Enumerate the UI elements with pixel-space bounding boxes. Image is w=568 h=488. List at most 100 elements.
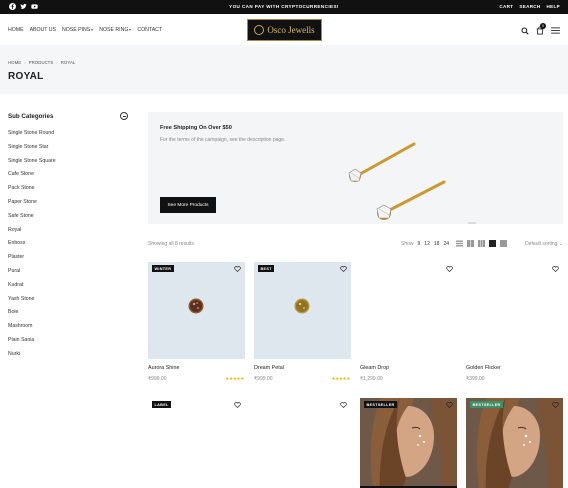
per-page-option[interactable]: 18	[434, 241, 440, 247]
see-more-products-button[interactable]: See More Products	[160, 197, 216, 213]
wishlist-heart-icon[interactable]	[552, 402, 559, 410]
subcategory-item[interactable]: Cafe Stone	[8, 171, 130, 185]
per-page-selector: Show 9 12 18 24	[401, 241, 449, 247]
top-link-search[interactable]: SEARCH	[519, 4, 540, 9]
grid-3-icon[interactable]	[478, 240, 485, 247]
logo-ring-icon	[254, 25, 265, 35]
nav-contact-label: CONTACT	[137, 27, 163, 33]
wishlist-heart-icon[interactable]	[340, 402, 347, 410]
chevron-down-icon	[91, 28, 94, 31]
nav-home-label: HOME	[8, 27, 24, 33]
product-name[interactable]: Aurora Shine	[148, 365, 245, 371]
site-logo[interactable]: Osco Jewells	[247, 19, 322, 41]
grid-4-icon[interactable]	[489, 240, 496, 247]
show-label: Show	[401, 241, 414, 247]
nav-contact[interactable]: CONTACT	[137, 27, 162, 33]
subcategory-item[interactable]: Nurki	[8, 351, 130, 365]
sort-label: Default sorting	[525, 241, 558, 247]
top-link-help[interactable]: HELP	[547, 4, 560, 9]
product-name[interactable]: Dream Petal	[254, 365, 351, 371]
subcategory-item[interactable]: Bole	[8, 309, 130, 323]
chevron-down-icon	[129, 28, 132, 31]
product-card[interactable]: BESTSELLER	[466, 398, 563, 488]
cart-button[interactable]: 0	[536, 23, 546, 35]
grid-2-icon[interactable]	[467, 240, 474, 247]
product-image[interactable]: BESTSELLER	[466, 398, 563, 488]
chevron-down-icon: ⌄	[558, 241, 563, 247]
nav-home[interactable]: HOME	[8, 27, 24, 33]
product-image[interactable]	[466, 262, 563, 359]
subcategory-item[interactable]: Single Stone Round	[8, 130, 130, 144]
subcategory-item[interactable]: Safe Stone	[8, 213, 130, 227]
product-price: ₹399.00	[466, 376, 485, 382]
subcategory-item[interactable]: Pural	[8, 268, 130, 282]
product-card[interactable]: BEST Dream Petal ₹999.00 ★★★★★	[254, 262, 351, 382]
subcategory-item[interactable]: Kudrat	[8, 282, 130, 296]
per-page-option[interactable]: 12	[424, 241, 430, 247]
logo-text: Osco Jewells	[267, 25, 315, 35]
product-image[interactable]: LABEL	[148, 398, 245, 488]
promo-text: YOU CAN PAY WITH CRYPTOCURRENCIES!	[229, 4, 339, 9]
subcategory-item[interactable]: Plaster	[8, 254, 130, 268]
subcategory-item[interactable]: Mashroom	[8, 323, 130, 337]
nav-nose-ring[interactable]: NOSE RING	[99, 27, 132, 33]
product-image[interactable]	[360, 262, 457, 359]
wishlist-heart-icon[interactable]	[446, 402, 453, 410]
rating-stars: ★★★★★	[331, 376, 350, 381]
product-card[interactable]: WINTER Aurora Shine ₹999.00 ★★★★★	[148, 262, 245, 382]
breadcrumb-home[interactable]: HOME	[8, 60, 21, 65]
product-card[interactable]	[254, 398, 351, 488]
product-image[interactable]	[254, 398, 351, 488]
site-header: HOME ABOUT US NOSE PINS NOSE RING CONTAC…	[0, 14, 568, 45]
per-page-option[interactable]: 9	[418, 241, 421, 247]
wishlist-heart-icon[interactable]	[340, 266, 347, 274]
search-icon[interactable]	[521, 26, 529, 35]
product-name[interactable]: Gleam Drop	[360, 365, 457, 371]
subcategory-item[interactable]: Yash Stone	[8, 296, 130, 310]
subcategory-item[interactable]: Single Stone Square	[8, 158, 130, 172]
main-nav: HOME ABOUT US NOSE PINS NOSE RING CONTAC…	[8, 27, 162, 33]
product-badge: BESTSELLER	[470, 401, 504, 408]
subcategory-item[interactable]: Plain Sania	[8, 337, 130, 351]
product-card[interactable]: Gleam Drop ₹1,299.00	[360, 262, 457, 382]
wishlist-heart-icon[interactable]	[552, 266, 559, 274]
wishlist-heart-icon[interactable]	[234, 402, 241, 410]
collapse-icon[interactable]	[120, 112, 128, 120]
list-view-icon[interactable]	[456, 240, 463, 247]
product-badge: WINTER	[152, 265, 174, 272]
menu-icon[interactable]	[551, 27, 560, 34]
top-link-cart[interactable]: CART	[499, 4, 513, 9]
breadcrumb-products[interactable]: PRODUCTS	[29, 60, 54, 65]
nav-nose-ring-label: NOSE RING	[99, 27, 129, 33]
wishlist-heart-icon[interactable]	[446, 266, 453, 274]
subcategory-list: Single Stone Round Single Stone Star Singl…	[8, 130, 130, 365]
breadcrumb: HOME › PRODUCTS › ROYAL	[8, 60, 75, 65]
sort-select[interactable]: Default sorting ⌄	[525, 241, 563, 247]
product-card[interactable]: BESTSELLERAdd to cart	[360, 398, 457, 488]
product-card[interactable]: Golden Flicker ₹399.00	[466, 262, 563, 382]
promo-banner: Free Shipping On Over $50 For the terms …	[148, 112, 563, 224]
grid-view-switcher	[456, 240, 507, 247]
subcategory-item[interactable]: Royal	[8, 227, 130, 241]
top-links: CART SEARCH HELP	[499, 4, 560, 9]
nav-about-label: ABOUT US	[29, 27, 56, 33]
subcategory-item[interactable]: Paper Stone	[8, 199, 130, 213]
product-image[interactable]: WINTER	[148, 262, 245, 359]
wishlist-heart-icon[interactable]	[234, 266, 241, 274]
subcategory-item[interactable]: Enboss	[8, 240, 130, 254]
per-page-option[interactable]: 24	[443, 241, 449, 247]
breadcrumb-separator: ›	[56, 60, 58, 65]
page-title: ROYAL	[8, 71, 44, 82]
subcategory-item[interactable]: Single Stone Star	[8, 144, 130, 158]
product-image[interactable]: BEST	[254, 262, 351, 359]
nav-nose-pins[interactable]: NOSE PINS	[62, 27, 94, 33]
sidebar-subcategories: Sub Categories Single Stone Round Single …	[8, 112, 130, 365]
subcategory-item[interactable]: Pack Stone	[8, 185, 130, 199]
product-image[interactable]: BESTSELLERAdd to cart	[360, 398, 457, 488]
grid-5-icon[interactable]	[500, 240, 507, 247]
product-name[interactable]: Golden Flicker	[466, 365, 563, 371]
rating-stars: ★★★★★	[225, 376, 244, 381]
product-card[interactable]: LABEL	[148, 398, 245, 488]
nav-about-us[interactable]: ABOUT US	[30, 27, 56, 33]
sidebar-heading: Sub Categories	[8, 113, 54, 120]
